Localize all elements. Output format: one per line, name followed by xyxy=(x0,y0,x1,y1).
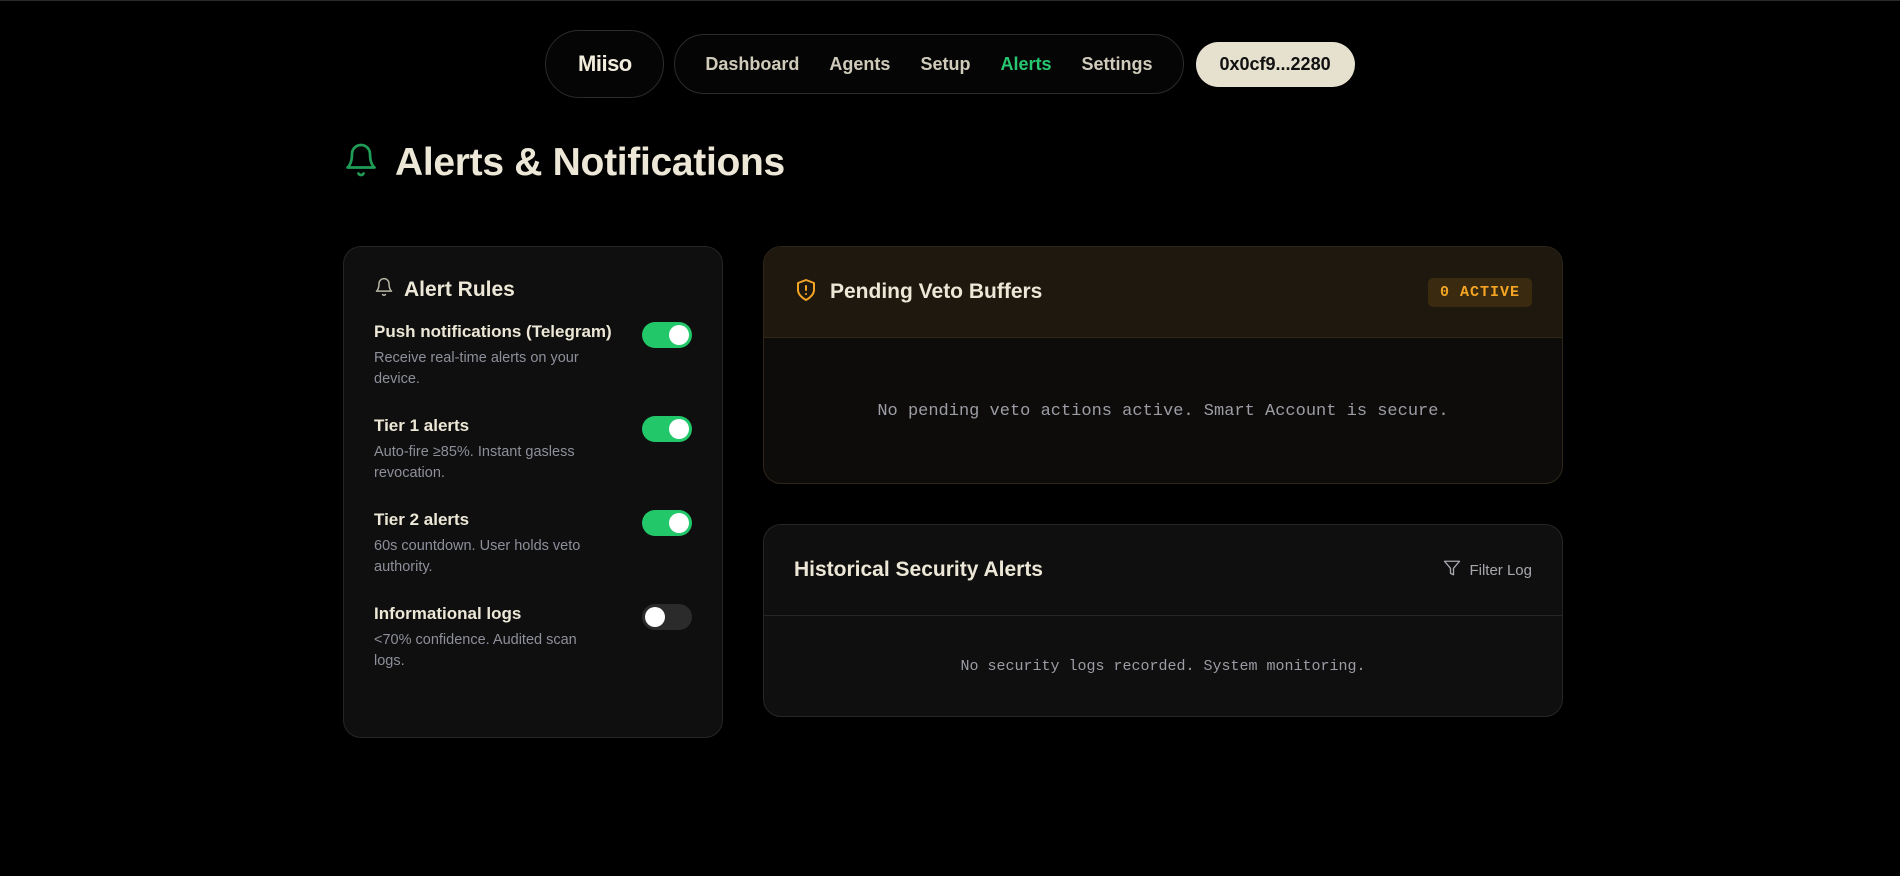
pending-veto-header: Pending Veto Buffers 0 ACTIVE xyxy=(764,247,1562,338)
filter-icon xyxy=(1443,559,1461,581)
toggle-knob xyxy=(669,325,689,345)
toggle-knob xyxy=(645,607,665,627)
top-nav: Miiso Dashboard Agents Setup Alerts Sett… xyxy=(0,30,1900,98)
historical-alerts-empty-message: No security logs recorded. System monito… xyxy=(960,658,1366,675)
page-title: Alerts & Notifications xyxy=(395,140,785,184)
active-count-badge: 0 ACTIVE xyxy=(1427,277,1532,307)
rule-push-notifications: Push notifications (Telegram) Receive re… xyxy=(374,322,692,390)
historical-alerts-title: Historical Security Alerts xyxy=(794,558,1043,581)
nav-link-alerts[interactable]: Alerts xyxy=(1000,54,1051,75)
nav-link-dashboard[interactable]: Dashboard xyxy=(705,54,799,75)
nav-link-settings[interactable]: Settings xyxy=(1081,54,1152,75)
rule-name: Tier 1 alerts xyxy=(374,416,470,435)
pending-veto-empty-message: No pending veto actions active. Smart Ac… xyxy=(877,401,1449,421)
rule-tier-1: Tier 1 alerts Auto-fire ≥85%. Instant ga… xyxy=(374,416,692,484)
page-header: Alerts & Notifications xyxy=(343,140,785,185)
tier-1-alerts-toggle[interactable] xyxy=(642,416,692,442)
brand-logo[interactable]: Miiso xyxy=(545,30,665,98)
top-border xyxy=(0,0,1900,1)
nav-links: Dashboard Agents Setup Alerts Settings xyxy=(674,34,1184,94)
push-notifications-toggle[interactable] xyxy=(642,322,692,348)
rule-tier-2: Tier 2 alerts 60s countdown. User holds … xyxy=(374,510,692,578)
alert-rules-header: Alert Rules xyxy=(374,277,692,302)
nav-link-setup[interactable]: Setup xyxy=(920,54,970,75)
nav-link-agents[interactable]: Agents xyxy=(829,54,890,75)
toggle-knob xyxy=(669,419,689,439)
rule-name: Informational logs xyxy=(374,604,522,623)
toggle-knob xyxy=(669,513,689,533)
alert-rules-title: Alert Rules xyxy=(404,277,515,301)
wallet-address-button[interactable]: 0x0cf9...2280 xyxy=(1195,41,1355,87)
pending-veto-title: Pending Veto Buffers xyxy=(830,280,1043,303)
bell-icon xyxy=(343,140,379,185)
rule-description: <70% confidence. Audited scan logs. xyxy=(374,632,577,669)
filter-log-button[interactable]: Filter Log xyxy=(1443,559,1532,581)
rule-description: Receive real-time alerts on your device. xyxy=(374,350,579,387)
tier-2-alerts-toggle[interactable] xyxy=(642,510,692,536)
bell-icon xyxy=(374,277,394,302)
historical-alerts-header: Historical Security Alerts Filter Log xyxy=(764,525,1562,616)
pending-veto-card: Pending Veto Buffers 0 ACTIVE No pending… xyxy=(763,246,1563,484)
rule-description: Auto-fire ≥85%. Instant gasless revocati… xyxy=(374,444,575,481)
rule-name: Push notifications (Telegram) xyxy=(374,322,612,341)
informational-logs-toggle[interactable] xyxy=(642,604,692,630)
rule-informational-logs: Informational logs <70% confidence. Audi… xyxy=(374,604,692,672)
rule-name: Tier 2 alerts xyxy=(374,510,470,529)
alert-rules-card: Alert Rules Push notifications (Telegram… xyxy=(343,246,723,738)
historical-alerts-card: Historical Security Alerts Filter Log No… xyxy=(763,524,1563,717)
shield-alert-icon xyxy=(794,278,818,307)
filter-log-label: Filter Log xyxy=(1469,561,1532,579)
rule-description: 60s countdown. User holds veto authority… xyxy=(374,538,581,575)
